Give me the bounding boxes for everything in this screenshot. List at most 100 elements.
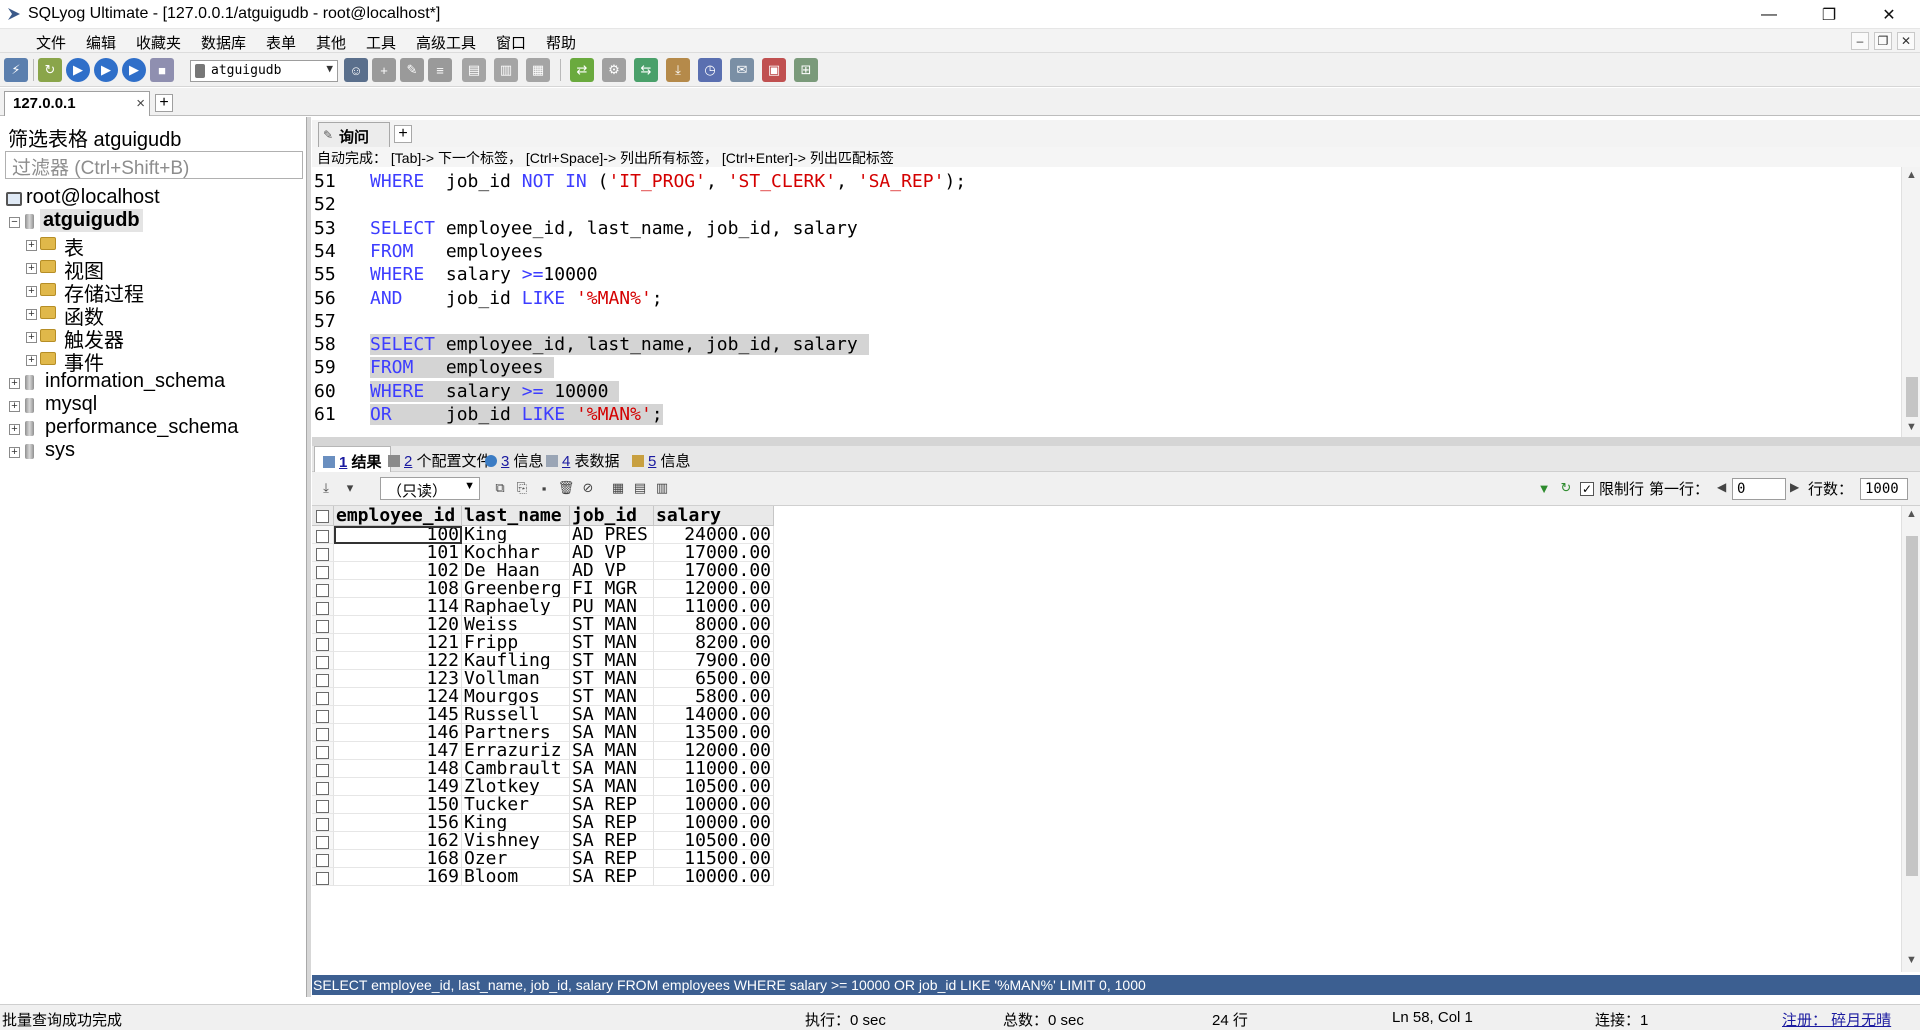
table-cell[interactable]: PU_MAN — [570, 598, 654, 616]
row-checkbox[interactable] — [316, 800, 329, 813]
table-cell[interactable]: 120 — [334, 616, 462, 634]
table-row[interactable]: 145 Russell SA_MAN 14000.00 — [312, 706, 1901, 724]
sql-editor[interactable]: 51 WHERE job_id NOT IN ('IT_PROG', 'ST_CL… — [312, 167, 1901, 437]
column-header[interactable]: salary — [654, 506, 774, 526]
row-checkbox[interactable] — [316, 620, 329, 633]
table-cell[interactable]: 156 — [334, 814, 462, 832]
query-tab[interactable]: ✎ 询问 — [318, 122, 390, 147]
table-row[interactable]: 114 Raphaely PU_MAN 11000.00 — [312, 598, 1901, 616]
table-row[interactable]: 149 Zlotkey SA_MAN 10500.00 — [312, 778, 1901, 796]
row-select-cell[interactable] — [312, 652, 334, 670]
editor-line[interactable]: 56 AND job_id LIKE '%MAN%'; — [312, 288, 1901, 311]
schema-designer-icon[interactable]: ⊞ — [794, 58, 818, 82]
backup-icon[interactable]: ▤ — [462, 58, 486, 82]
table-cell[interactable]: Weiss — [462, 616, 570, 634]
table-cell[interactable]: 121 — [334, 634, 462, 652]
table-row[interactable]: 162 Vishney SA_REP 10500.00 — [312, 832, 1901, 850]
refresh-grid-icon[interactable]: ↻ — [1556, 478, 1576, 498]
column-header[interactable]: last_name — [462, 506, 570, 526]
table-cell[interactable]: ST_MAN — [570, 688, 654, 706]
row-checkbox[interactable] — [316, 566, 329, 579]
table-cell[interactable]: Errazuriz — [462, 742, 570, 760]
table-cell[interactable]: 162 — [334, 832, 462, 850]
row-checkbox[interactable] — [316, 510, 329, 523]
table-cell[interactable]: Partners — [462, 724, 570, 742]
table-cell[interactable]: 17000.00 — [654, 562, 774, 580]
table-cell[interactable]: Ozer — [462, 850, 570, 868]
table-cell[interactable]: 10000.00 — [654, 814, 774, 832]
row-select-cell[interactable] — [312, 634, 334, 652]
menu-other[interactable]: 其他 — [314, 32, 348, 53]
menu-favorites[interactable]: 收藏夹 — [134, 32, 183, 53]
expand-icon[interactable]: + — [26, 355, 37, 366]
close-tab-icon[interactable]: × — [136, 95, 145, 112]
row-checkbox[interactable] — [316, 602, 329, 615]
table-cell[interactable]: SA_REP — [570, 868, 654, 886]
table-cell[interactable]: 122 — [334, 652, 462, 670]
table-cell[interactable]: 145 — [334, 706, 462, 724]
table-row[interactable]: 102 De Haan AD_VP 17000.00 — [312, 562, 1901, 580]
table-row[interactable]: 124 Mourgos ST_MAN 5800.00 — [312, 688, 1901, 706]
expand-icon[interactable]: + — [26, 286, 37, 297]
table-cell[interactable]: Vishney — [462, 832, 570, 850]
user-manager-icon[interactable]: ☺ — [344, 58, 368, 82]
table-cell[interactable]: 24000.00 — [654, 526, 774, 544]
row-select-cell[interactable] — [312, 544, 334, 562]
table-cell[interactable]: 14000.00 — [654, 706, 774, 724]
table-header-row[interactable]: employee_id last_name job_id salary — [312, 506, 1901, 526]
table-cell[interactable]: 8200.00 — [654, 634, 774, 652]
menu-advanced-tools[interactable]: 高级工具 — [414, 32, 478, 53]
save-icon[interactable]: ▪ — [534, 478, 554, 498]
table-row[interactable]: 147 Errazuriz SA_MAN 12000.00 — [312, 742, 1901, 760]
expand-icon[interactable]: + — [26, 240, 37, 251]
row-select-cell[interactable] — [312, 688, 334, 706]
readonly-select[interactable]: （只读） ▼ — [380, 477, 480, 500]
scheduler-icon[interactable]: ◷ — [698, 58, 722, 82]
row-checkbox[interactable] — [316, 818, 329, 831]
column-header[interactable]: job_id — [570, 506, 654, 526]
table-row[interactable]: 122 Kaufling ST_MAN 7900.00 — [312, 652, 1901, 670]
schema-sync-icon[interactable]: ⚙ — [602, 58, 626, 82]
row-select-cell[interactable] — [312, 778, 334, 796]
tab-table-data[interactable]: 4 表数据 — [538, 446, 628, 472]
editor-line[interactable]: 55 WHERE salary >=10000 — [312, 264, 1901, 287]
row-checkbox[interactable] — [316, 746, 329, 759]
add-connection-tab-button[interactable]: + — [155, 94, 173, 112]
restore-button[interactable]: ❐ — [1800, 0, 1858, 29]
table-cell[interactable]: King — [462, 526, 570, 544]
menu-window[interactable]: 窗口 — [494, 32, 528, 53]
table-cell[interactable]: SA_MAN — [570, 778, 654, 796]
editor-line[interactable]: 57 — [312, 311, 1901, 334]
table-cell[interactable]: 10000.00 — [654, 796, 774, 814]
table-cell[interactable]: SA_REP — [570, 796, 654, 814]
table-row[interactable]: 100 King AD_PRES 24000.00 — [312, 526, 1901, 544]
scroll-down-icon[interactable]: ▼ — [1902, 421, 1920, 437]
expand-icon[interactable]: + — [9, 401, 20, 412]
table-cell[interactable]: SA_MAN — [570, 742, 654, 760]
table-cell[interactable]: 146 — [334, 724, 462, 742]
table-cell[interactable]: Kaufling — [462, 652, 570, 670]
table-cell[interactable]: 124 — [334, 688, 462, 706]
table-row[interactable]: 146 Partners SA_MAN 13500.00 — [312, 724, 1901, 742]
row-select-cell[interactable] — [312, 580, 334, 598]
table-row[interactable]: 148 Cambrault SA_MAN 11000.00 — [312, 760, 1901, 778]
table-row[interactable]: 156 King SA_REP 10000.00 — [312, 814, 1901, 832]
table-cell[interactable]: Raphaely — [462, 598, 570, 616]
table-row[interactable]: 120 Weiss ST_MAN 8000.00 — [312, 616, 1901, 634]
next-page-icon[interactable]: ▶ — [1790, 480, 1799, 494]
scroll-down-icon[interactable]: ▼ — [1902, 954, 1920, 970]
row-checkbox[interactable] — [316, 764, 329, 777]
table-cell[interactable]: 11000.00 — [654, 760, 774, 778]
table-cell[interactable]: 102 — [334, 562, 462, 580]
execute-query-icon[interactable]: ▶ — [66, 58, 90, 82]
editor-line[interactable]: 59 FROM employees — [312, 357, 1901, 380]
row-checkbox[interactable] — [316, 656, 329, 669]
editor-line[interactable]: 60 WHERE salary >= 10000 — [312, 380, 1901, 404]
notification-icon[interactable]: ✉ — [730, 58, 754, 82]
table-cell[interactable]: Vollman — [462, 670, 570, 688]
table-cell[interactable]: ST_MAN — [570, 634, 654, 652]
grid-scroll-thumb[interactable] — [1906, 536, 1918, 876]
minimize-button[interactable]: — — [1740, 0, 1798, 29]
rows-input[interactable]: 1000 — [1860, 478, 1908, 500]
migration-icon[interactable]: ⇆ — [634, 58, 658, 82]
